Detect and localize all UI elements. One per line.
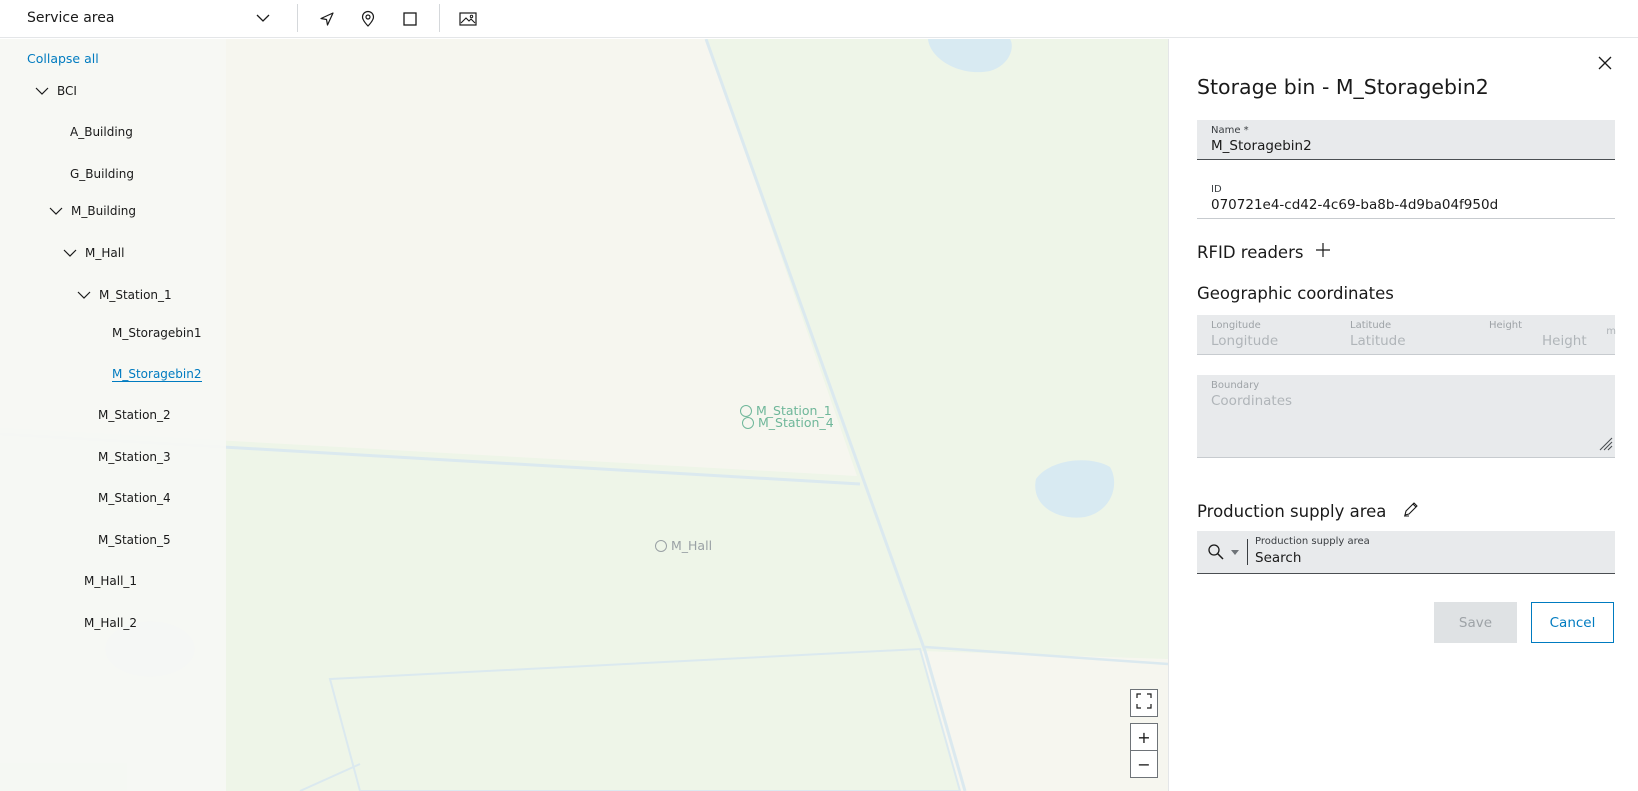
location-pin-icon[interactable] <box>355 6 381 32</box>
map-pin-m-hall[interactable]: M_Hall <box>655 538 712 553</box>
tree-node-m-station-2[interactable]: M_Station_2 <box>98 405 171 425</box>
fullscreen-icon <box>1136 693 1152 713</box>
tree-node-label: M_Storagebin2 <box>112 366 202 382</box>
rectangle-select-icon[interactable] <box>397 6 423 32</box>
close-icon <box>1598 55 1612 74</box>
plus-icon <box>1315 242 1331 262</box>
fullscreen-button[interactable] <box>1130 689 1158 717</box>
tree-node-label: A_Building <box>70 125 133 139</box>
tree-node-m-station-5[interactable]: M_Station_5 <box>98 530 171 550</box>
zoom-out-button[interactable]: − <box>1130 750 1158 778</box>
close-button[interactable] <box>1594 53 1616 75</box>
storage-bin-detail-panel: Storage bin - M_Storagebin2 Name * M_Sto… <box>1168 39 1638 791</box>
chevron-down-icon[interactable] <box>63 246 77 260</box>
chevron-down-icon[interactable] <box>77 288 91 302</box>
tree-node-m-storagebin2[interactable]: M_Storagebin2 <box>112 364 202 384</box>
name-field[interactable]: Name * M_Storagebin2 <box>1197 120 1615 160</box>
collapse-all-link[interactable]: Collapse all <box>27 51 99 66</box>
tree-node-label: M_Hall <box>85 246 125 260</box>
latitude-label: Latitude <box>1350 320 1392 331</box>
edit-production-supply-area-button[interactable] <box>1402 500 1420 522</box>
name-field-value: M_Storagebin2 <box>1211 138 1312 154</box>
production-supply-area-heading-text: Production supply area <box>1197 501 1387 521</box>
search-divider <box>1247 539 1248 565</box>
toolbar-divider <box>297 4 298 32</box>
search-icon[interactable] <box>1207 543 1243 567</box>
id-field-label: ID <box>1211 184 1222 195</box>
image-map-icon[interactable] <box>455 6 481 32</box>
chevron-down-icon <box>255 10 271 30</box>
tree-node-m-hall-2[interactable]: M_Hall_2 <box>84 613 137 633</box>
top-toolbar: Service area <box>0 0 1638 38</box>
longitude-label: Longitude <box>1211 320 1261 331</box>
pin-circle-icon <box>742 416 754 429</box>
location-tree-panel: Collapse all BCI A_Building G_Building M… <box>0 39 226 791</box>
production-supply-area-search[interactable]: Production supply area Search <box>1197 531 1615 574</box>
height-field: Height Height m <box>1475 315 1616 354</box>
tree-node-a-building[interactable]: A_Building <box>70 122 133 142</box>
service-area-select[interactable]: Service area <box>27 0 283 36</box>
id-field: ID 070721e4-cd42-4c69-ba8b-4d9ba04f950d <box>1197 179 1615 219</box>
height-placeholder: Height <box>1542 333 1587 349</box>
tree-node-label: M_Storagebin1 <box>112 326 202 340</box>
map-pin-m-station-4[interactable]: M_Station_4 <box>742 415 834 430</box>
rfid-readers-heading: RFID readers <box>1197 242 1331 262</box>
chevron-down-icon[interactable] <box>35 84 49 98</box>
tree-node-label: BCI <box>57 84 77 98</box>
boundary-field: Boundary Coordinates <box>1197 375 1615 458</box>
toolbar-divider <box>439 4 440 32</box>
zoom-in-button[interactable]: + <box>1130 723 1158 751</box>
save-button[interactable]: Save <box>1434 602 1517 643</box>
tree-node-label: M_Station_3 <box>98 450 171 464</box>
height-unit: m <box>1606 326 1616 337</box>
tree-node-label: M_Building <box>71 204 137 218</box>
tree-node-m-building[interactable]: M_Building <box>49 201 136 221</box>
pencil-icon <box>1402 500 1420 522</box>
latitude-placeholder: Latitude <box>1350 333 1406 349</box>
tree-node-m-hall[interactable]: M_Hall <box>63 243 124 263</box>
tree-node-label: M_Station_2 <box>98 408 171 422</box>
map-pin-label: M_Hall <box>671 538 713 553</box>
tree-node-m-storagebin1[interactable]: M_Storagebin1 <box>112 323 202 343</box>
navigate-arrow-icon[interactable] <box>314 6 340 32</box>
tree-node-m-station-4[interactable]: M_Station_4 <box>98 488 171 508</box>
service-area-select-value: Service area <box>27 10 115 26</box>
longitude-field: Longitude Longitude <box>1197 315 1336 354</box>
map-view[interactable]: Collapse all BCI A_Building G_Building M… <box>0 39 1168 791</box>
chevron-down-icon[interactable] <box>49 204 63 218</box>
tree-node-label: M_Hall_2 <box>84 616 138 630</box>
add-rfid-reader-button[interactable] <box>1315 242 1331 262</box>
tree-node-m-hall-1[interactable]: M_Hall_1 <box>84 571 137 591</box>
production-supply-area-label: Production supply area <box>1255 536 1370 547</box>
rfid-readers-heading-text: RFID readers <box>1197 242 1304 262</box>
tree-node-label: M_Station_1 <box>99 288 172 302</box>
tree-node-g-building[interactable]: G_Building <box>70 164 134 184</box>
tree-node-label: M_Hall_1 <box>84 574 138 588</box>
height-label: Height <box>1489 320 1523 331</box>
boundary-placeholder: Coordinates <box>1211 393 1293 409</box>
id-field-value: 070721e4-cd42-4c69-ba8b-4d9ba04f950d <box>1211 197 1499 213</box>
tree-node-label: M_Station_5 <box>98 533 171 547</box>
pin-circle-icon <box>655 539 667 552</box>
tree-node-bci[interactable]: BCI <box>35 81 77 101</box>
name-field-label: Name * <box>1211 125 1249 136</box>
latitude-field: Latitude Latitude <box>1336 315 1475 354</box>
tree-node-m-station-1[interactable]: M_Station_1 <box>77 285 172 305</box>
map-pin-label: M_Station_4 <box>758 415 834 430</box>
geographic-coordinates-heading: Geographic coordinates <box>1197 284 1394 303</box>
resize-grip-icon <box>1597 435 1613 455</box>
tree-node-label: M_Station_4 <box>98 491 171 505</box>
production-supply-area-heading: Production supply area <box>1197 500 1420 522</box>
boundary-label: Boundary <box>1211 380 1260 391</box>
tree-node-label: G_Building <box>70 167 134 181</box>
panel-title: Storage bin - M_Storagebin2 <box>1197 75 1489 99</box>
tree-node-m-station-3[interactable]: M_Station_3 <box>98 447 171 467</box>
cancel-button[interactable]: Cancel <box>1531 602 1614 643</box>
coordinates-field-group: Longitude Longitude Latitude Latitude He… <box>1197 315 1616 355</box>
production-supply-area-value: Search <box>1255 550 1302 566</box>
longitude-placeholder: Longitude <box>1211 333 1279 349</box>
